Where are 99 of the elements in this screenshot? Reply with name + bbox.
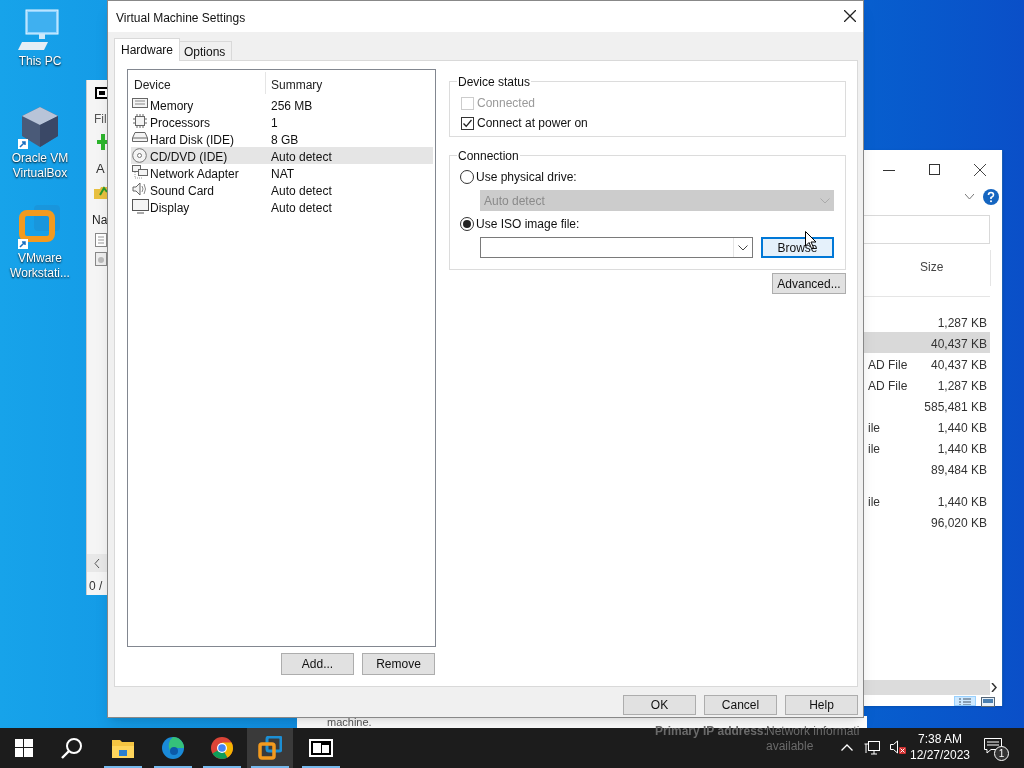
checkmark-icon: [462, 117, 473, 129]
table-cell-text: Sound Card: [150, 183, 215, 200]
table-cell-text: ile: [868, 441, 880, 458]
windows-start-icon[interactable]: [15, 739, 33, 757]
clock-date[interactable]: 12/27/2023: [909, 747, 971, 763]
table-cell-text: 1,287 KB: [937, 378, 987, 395]
table-cell-text: Processors: [150, 115, 211, 132]
dropdown-value: Auto detect: [484, 192, 545, 210]
browser-icon: [162, 737, 184, 759]
table-cell-text: Auto detect: [271, 200, 332, 217]
chevron-down-icon: [738, 245, 748, 251]
chevron-right-icon[interactable]: [991, 683, 997, 692]
close-icon[interactable]: [974, 164, 986, 176]
radio-label[interactable]: Use ISO image file:: [476, 215, 580, 233]
body-text: machine.: [327, 716, 372, 728]
table-cell-text: 40,437 KB: [930, 357, 987, 374]
combo-field[interactable]: [480, 237, 753, 258]
table-cell-text: Auto detect: [271, 183, 332, 200]
chip-icon: [132, 114, 148, 128]
table-cell-text: 1,440 KB: [937, 494, 987, 511]
table-cell-text: CD/DVD (IDE): [150, 149, 228, 166]
monitor-icon: [132, 199, 149, 214]
list-icon: [958, 698, 972, 705]
preview-icon[interactable]: [981, 697, 995, 707]
field-label: Primary IP address:: [655, 723, 768, 740]
menu-item[interactable]: Fil: [94, 110, 107, 128]
list-row[interactable]: Display Auto detect: [131, 198, 433, 215]
table-cell-text: 89,484 KB: [930, 462, 987, 479]
table-cell-text: Hard Disk (IDE): [150, 132, 234, 149]
checkbox[interactable]: [461, 116, 474, 130]
minimize-icon[interactable]: [883, 170, 895, 172]
list-row[interactable]: CD/DVD (IDE) Auto detect: [131, 147, 433, 164]
archive-app-icon: [309, 739, 333, 757]
folder-up-icon[interactable]: [94, 185, 110, 199]
list-row[interactable]: Memory 256 MB: [131, 96, 433, 113]
column-header[interactable]: Na: [92, 211, 108, 229]
tab[interactable]: Options: [177, 41, 233, 61]
table-cell-text: ile: [868, 420, 880, 437]
table-cell-text: 1: [271, 115, 278, 132]
table-cell-text: 585,481 KB: [924, 399, 987, 416]
table-cell-text: Memory: [150, 98, 194, 115]
table-cell-text: Network Adapter: [150, 166, 239, 183]
list-row[interactable]: Hard Disk (IDE) 8 GB: [131, 130, 433, 147]
muted-speaker-icon[interactable]: [890, 740, 906, 755]
table-cell-text: 40,437 KB: [930, 336, 987, 353]
column-header[interactable]: Summary: [271, 76, 323, 94]
radio-label[interactable]: Use physical drive:: [476, 168, 577, 186]
field-value: available: [766, 738, 814, 755]
chevron-left-icon: [94, 558, 100, 568]
radio-button[interactable]: [460, 217, 474, 231]
table-cell-text: AD File: [868, 357, 908, 374]
table-cell-text: Auto detect: [271, 149, 332, 166]
button[interactable]: OK: [623, 695, 696, 715]
table-cell-text: 96,020 KB: [930, 515, 987, 532]
table-cell-text: 256 MB: [271, 98, 313, 115]
disc-icon: [132, 148, 147, 163]
button[interactable]: Help: [785, 695, 858, 715]
table-cell-text: 1,287 KB: [937, 315, 987, 332]
advanced-button[interactable]: Advanced...: [772, 273, 846, 294]
column-header[interactable]: Size: [920, 258, 944, 276]
toolbar-label[interactable]: A: [96, 159, 105, 179]
table-cell-text: ile: [868, 494, 880, 511]
help-icon[interactable]: [983, 189, 999, 205]
notification-badge: 1: [994, 746, 1009, 761]
window-title: Virtual Machine Settings: [116, 10, 246, 27]
network-icon: [132, 165, 148, 179]
radio-button[interactable]: [460, 170, 474, 184]
chevron-down-icon[interactable]: [965, 194, 974, 200]
folder-icon: [112, 738, 134, 758]
browse-button[interactable]: Browse: [761, 237, 834, 258]
table-cell-text: 1,440 KB: [937, 441, 987, 458]
button[interactable]: Remove: [362, 653, 435, 675]
close-icon[interactable]: [844, 10, 856, 22]
table-cell-text: 8 GB: [271, 132, 299, 149]
search-icon[interactable]: [61, 737, 83, 759]
clock-time[interactable]: 7:38 AM: [918, 731, 962, 747]
field-value: Network informati: [766, 723, 860, 740]
tab[interactable]: Hardware: [114, 38, 181, 61]
speaker-icon: [132, 182, 148, 196]
table-cell-text: Display: [150, 200, 190, 217]
table-cell-text: 1,440 KB: [937, 420, 987, 437]
drive-icon: [132, 131, 148, 143]
table-cell-text: AD File: [868, 378, 908, 395]
list-row[interactable]: Processors 1: [131, 113, 433, 130]
chevron-up-icon[interactable]: [841, 744, 853, 751]
table-cell-text: NAT: [271, 166, 295, 183]
memory-icon: [132, 97, 148, 109]
column-header[interactable]: Device: [134, 76, 171, 94]
button[interactable]: Cancel: [704, 695, 777, 715]
list-row[interactable]: Network Adapter NAT: [131, 164, 433, 181]
chevron-down-icon: [820, 197, 830, 204]
maximize-icon[interactable]: [929, 164, 940, 175]
checkbox-label[interactable]: Connect at power on: [477, 114, 588, 132]
network-icon[interactable]: [864, 741, 880, 755]
browser-icon: [211, 737, 233, 759]
button[interactable]: Add...: [281, 653, 354, 675]
status-text: 0 /: [89, 578, 103, 595]
list-row[interactable]: Sound Card Auto detect: [131, 181, 433, 198]
vm-app-icon: [258, 736, 282, 760]
